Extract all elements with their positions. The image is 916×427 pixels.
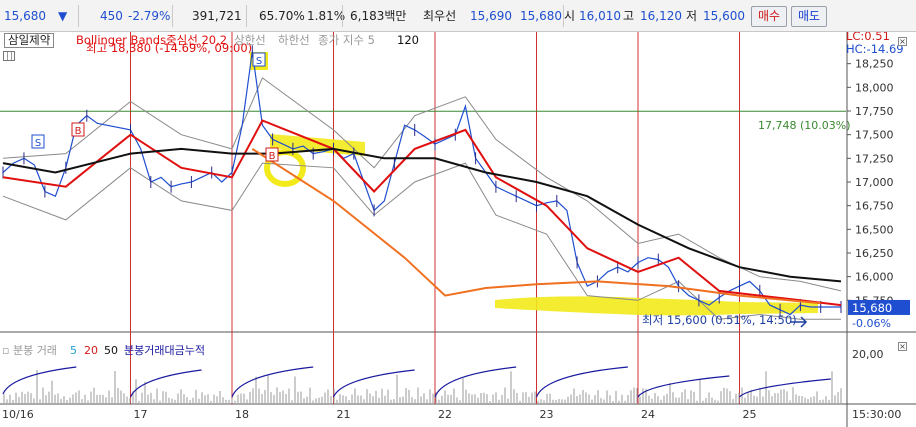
signal-label: S bbox=[35, 138, 41, 149]
down-arrow-icon: ▼ bbox=[58, 9, 68, 23]
y-tick-label: 18,000 bbox=[855, 81, 894, 94]
high-price: 16,120 bbox=[640, 9, 682, 23]
upper-band-legend: 상한선 bbox=[234, 33, 266, 47]
current-pct-tag: -0.06% bbox=[852, 317, 891, 330]
turnover-ratio: 1.81% bbox=[307, 9, 346, 23]
x-tick-label: 23 bbox=[540, 408, 554, 421]
trade-amount: 6,183백만 bbox=[350, 9, 407, 23]
y-tick-label: 17,250 bbox=[855, 152, 894, 165]
y-tick-label: 16,750 bbox=[855, 200, 894, 213]
x-tick-label: 22 bbox=[438, 408, 452, 421]
low-price: 15,600 bbox=[703, 9, 745, 23]
volume-legend-p1: 5 bbox=[70, 344, 77, 357]
signal-label: B bbox=[269, 151, 276, 162]
volume: 391,721 bbox=[192, 9, 242, 23]
x-tick-label: 24 bbox=[641, 408, 655, 421]
symbol-name[interactable]: 삼일제약 bbox=[4, 33, 55, 48]
y-tick-label: 16,500 bbox=[855, 223, 894, 236]
x-tick-label: 17 bbox=[134, 408, 148, 421]
sell-button[interactable]: 매도 bbox=[791, 6, 827, 27]
x-tick-label: 18 bbox=[235, 408, 249, 421]
high-label: 고 bbox=[623, 9, 635, 23]
volume-legend-p3: 50 bbox=[104, 344, 118, 357]
hc-label: HC:-14.69 bbox=[846, 42, 904, 56]
ma-legend: 120 bbox=[397, 33, 419, 47]
signal-label: B bbox=[75, 126, 82, 137]
grid-table-icon[interactable] bbox=[3, 51, 15, 61]
panel-close-icon[interactable]: × bbox=[898, 37, 907, 46]
hline-annotation: 17,748 (10.03%) bbox=[758, 119, 851, 132]
open-label: 시 bbox=[564, 9, 576, 23]
buy-button[interactable]: 매수 bbox=[751, 6, 787, 27]
time-label: 15:30:00 bbox=[852, 408, 901, 421]
y-tick-label: 18,250 bbox=[855, 58, 894, 71]
chart-background bbox=[0, 32, 916, 427]
volume-axis-label: 20,00 bbox=[852, 348, 884, 361]
open-price: 16,010 bbox=[579, 9, 621, 23]
price-change-pct: -2.79% bbox=[128, 9, 171, 23]
y-tick-label: 17,000 bbox=[855, 176, 894, 189]
y-tick-label: 17,750 bbox=[855, 105, 894, 118]
x-tick-label: 10/16 bbox=[2, 408, 34, 421]
quote-bar: 15,680 ▼ 450 -2.79% 391,721 65.70% 1.81%… bbox=[0, 0, 916, 32]
bb-legend: Bollinger Bands중심선 20,2 bbox=[76, 33, 228, 47]
low-annotation: 최저 15,600 (0.51%, 14:50) bbox=[642, 313, 797, 327]
close-index-legend: 종가 지수 5 bbox=[318, 33, 375, 47]
current-price-tag-text: 15,680 bbox=[852, 301, 892, 315]
current-price: 15,680 bbox=[4, 9, 46, 23]
volume-ratio: 65.70% bbox=[259, 9, 305, 23]
best-bid: 15,690 bbox=[470, 9, 512, 23]
x-tick-label: 25 bbox=[743, 408, 757, 421]
signal-label: S bbox=[256, 56, 262, 67]
low-label: 저 bbox=[686, 9, 698, 23]
best-ask: 15,680 bbox=[520, 9, 562, 23]
volume-legend-cum: 분봉거래대금누적 bbox=[124, 344, 205, 357]
y-tick-label: 16,250 bbox=[855, 247, 894, 260]
lower-band-legend: 하한선 bbox=[278, 33, 310, 47]
x-tick-label: 21 bbox=[337, 408, 351, 421]
volume-legend-p2: 20 bbox=[84, 344, 98, 357]
best-quote-label: 최우선 bbox=[423, 9, 457, 23]
y-tick-label: 16,000 bbox=[855, 271, 894, 284]
volume-legend-name: ▫ 분봉 거래 bbox=[2, 344, 57, 357]
price-change: 450 bbox=[100, 9, 123, 23]
price-chart[interactable]: 15,75016,00016,25016,50016,75017,00017,2… bbox=[0, 32, 916, 427]
volume-panel-close-icon[interactable]: × bbox=[898, 342, 907, 351]
y-tick-label: 17,500 bbox=[855, 129, 894, 142]
